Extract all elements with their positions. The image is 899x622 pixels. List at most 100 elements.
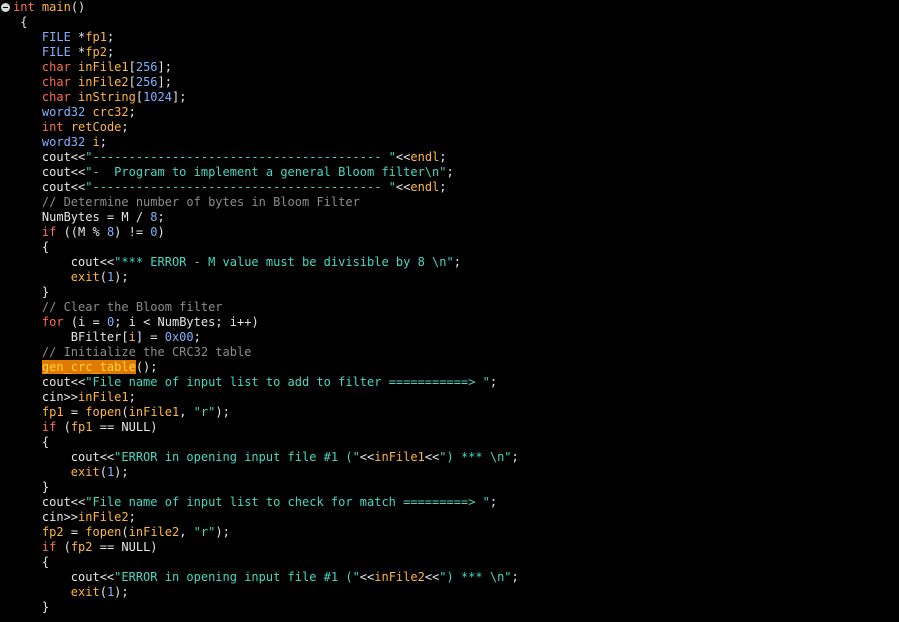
- code-token: (i =: [63, 315, 107, 329]
- code-token: i: [92, 135, 100, 149]
- code-line[interactable]: cout<<"*** ERROR - M value must be divis…: [13, 255, 519, 270]
- code-token: <<: [424, 570, 440, 584]
- code-line[interactable]: if (fp1 == NULL): [13, 420, 519, 435]
- code-token: ];: [157, 75, 172, 89]
- code-token: ;: [128, 390, 136, 404]
- code-line[interactable]: cin>>inFile1;: [13, 390, 519, 405]
- code-line[interactable]: word32 i;: [13, 135, 519, 150]
- code-token: // Clear the Bloom filter: [41, 300, 223, 314]
- code-token: "- Program to implement a general Bloom …: [85, 165, 447, 179]
- code-token: fp1: [85, 30, 107, 44]
- code-token: <<: [424, 450, 440, 464]
- code-token: }: [13, 600, 50, 614]
- code-token: exit: [70, 585, 100, 599]
- code-token: word32: [41, 135, 86, 149]
- code-line[interactable]: cout<<"File name of input list to check …: [13, 495, 519, 510]
- code-line[interactable]: exit(1);: [13, 270, 519, 285]
- code-token: "---------------------------------------…: [85, 150, 396, 164]
- code-token: (: [99, 270, 107, 284]
- code-token: word32: [41, 105, 86, 119]
- code-line[interactable]: char inString[1024];: [13, 90, 519, 105]
- code-line[interactable]: fp1 = fopen(inFile1, "r");: [13, 405, 519, 420]
- code-line[interactable]: FILE *fp1;: [13, 30, 519, 45]
- code-token: cin>>: [13, 510, 79, 524]
- code-token: if: [41, 225, 57, 239]
- code-token: "---------------------------------------…: [85, 180, 396, 194]
- code-line[interactable]: // Determine number of bytes in Bloom Fi…: [13, 195, 519, 210]
- code-token: {: [13, 15, 28, 29]
- code-line[interactable]: cout<<"ERROR in opening input file #1 ("…: [13, 570, 519, 585]
- code-token: inFile2: [78, 75, 129, 89]
- code-token: retCode: [70, 120, 122, 134]
- code-token: char: [41, 60, 71, 74]
- code-token: 256: [135, 75, 158, 89]
- code-line[interactable]: int main(): [13, 0, 519, 15]
- code-token: fp1: [41, 405, 64, 419]
- code-token: // Determine number of bytes in Bloom Fi…: [41, 195, 360, 209]
- code-line[interactable]: }: [13, 480, 519, 495]
- code-line[interactable]: char inFile1[256];: [13, 60, 519, 75]
- code-token: (): [70, 0, 86, 14]
- code-token: "File name of input list to add to filte…: [85, 375, 490, 389]
- code-token: crc32: [92, 105, 129, 119]
- code-token: for: [41, 315, 64, 329]
- code-line[interactable]: NumBytes = M / 8;: [13, 210, 519, 225]
- code-line[interactable]: // Initialize the CRC32 table: [13, 345, 519, 360]
- code-line[interactable]: gen_crc_table();: [13, 360, 519, 375]
- code-line[interactable]: exit(1);: [13, 585, 519, 600]
- code-token: ;: [511, 570, 519, 584]
- code-token: 0x00: [164, 330, 194, 344]
- code-line[interactable]: // Clear the Bloom filter: [13, 300, 519, 315]
- code-token: {: [13, 555, 50, 569]
- code-token: 256: [135, 60, 158, 74]
- code-token: endl: [410, 150, 440, 164]
- code-line[interactable]: if ((M % 8) != 0): [13, 225, 519, 240]
- code-line[interactable]: {: [13, 240, 519, 255]
- code-token: <<: [395, 180, 411, 194]
- code-token: cout<<: [13, 570, 115, 584]
- code-token: );: [114, 270, 129, 284]
- code-token: "ERROR in opening input file #1 (": [114, 450, 360, 464]
- code-area[interactable]: int main() { FILE *fp1; FILE *fp2; char …: [13, 0, 519, 615]
- code-token: fp2: [41, 525, 64, 539]
- code-line[interactable]: cin>>inFile2;: [13, 510, 519, 525]
- code-line[interactable]: for (i = 0; i < NumBytes; i++): [13, 315, 519, 330]
- code-line[interactable]: fp2 = fopen(inFile2, "r");: [13, 525, 519, 540]
- code-line[interactable]: cout<<"- Program to implement a general …: [13, 165, 519, 180]
- code-line[interactable]: {: [13, 435, 519, 450]
- code-line[interactable]: if (fp2 == NULL): [13, 540, 519, 555]
- code-line[interactable]: cout<<"ERROR in opening input file #1 ("…: [13, 450, 519, 465]
- code-token: <<: [359, 570, 375, 584]
- code-line[interactable]: }: [13, 600, 519, 615]
- code-line[interactable]: cout<<"---------------------------------…: [13, 180, 519, 195]
- code-line[interactable]: exit(1);: [13, 465, 519, 480]
- code-line[interactable]: cout<<"File name of input list to add to…: [13, 375, 519, 390]
- code-line[interactable]: word32 crc32;: [13, 105, 519, 120]
- code-token: ;: [157, 210, 165, 224]
- code-line[interactable]: {: [13, 555, 519, 570]
- code-token: fopen: [85, 525, 122, 539]
- code-token: <<: [395, 150, 411, 164]
- code-token: inFile1: [78, 60, 129, 74]
- code-line[interactable]: int retCode;: [13, 120, 519, 135]
- code-token: FILE: [41, 30, 71, 44]
- code-token: {: [13, 435, 50, 449]
- code-line[interactable]: }: [13, 285, 519, 300]
- code-editor[interactable]: int main() { FILE *fp1; FILE *fp2; char …: [0, 0, 899, 622]
- code-token: *: [70, 45, 86, 59]
- code-token: ];: [157, 60, 172, 74]
- code-line[interactable]: BFilter[i] = 0x00;: [13, 330, 519, 345]
- code-token: ,: [179, 405, 194, 419]
- code-line[interactable]: cout<<"---------------------------------…: [13, 150, 519, 165]
- editor-gutter: [0, 0, 12, 622]
- code-line[interactable]: FILE *fp2;: [13, 45, 519, 60]
- code-token: "ERROR in opening input file #1 (": [114, 570, 360, 584]
- code-line[interactable]: {: [13, 15, 519, 30]
- code-token: inFile1: [78, 390, 129, 404]
- code-line[interactable]: char inFile2[256];: [13, 75, 519, 90]
- collapse-circle-icon[interactable]: [1, 3, 10, 12]
